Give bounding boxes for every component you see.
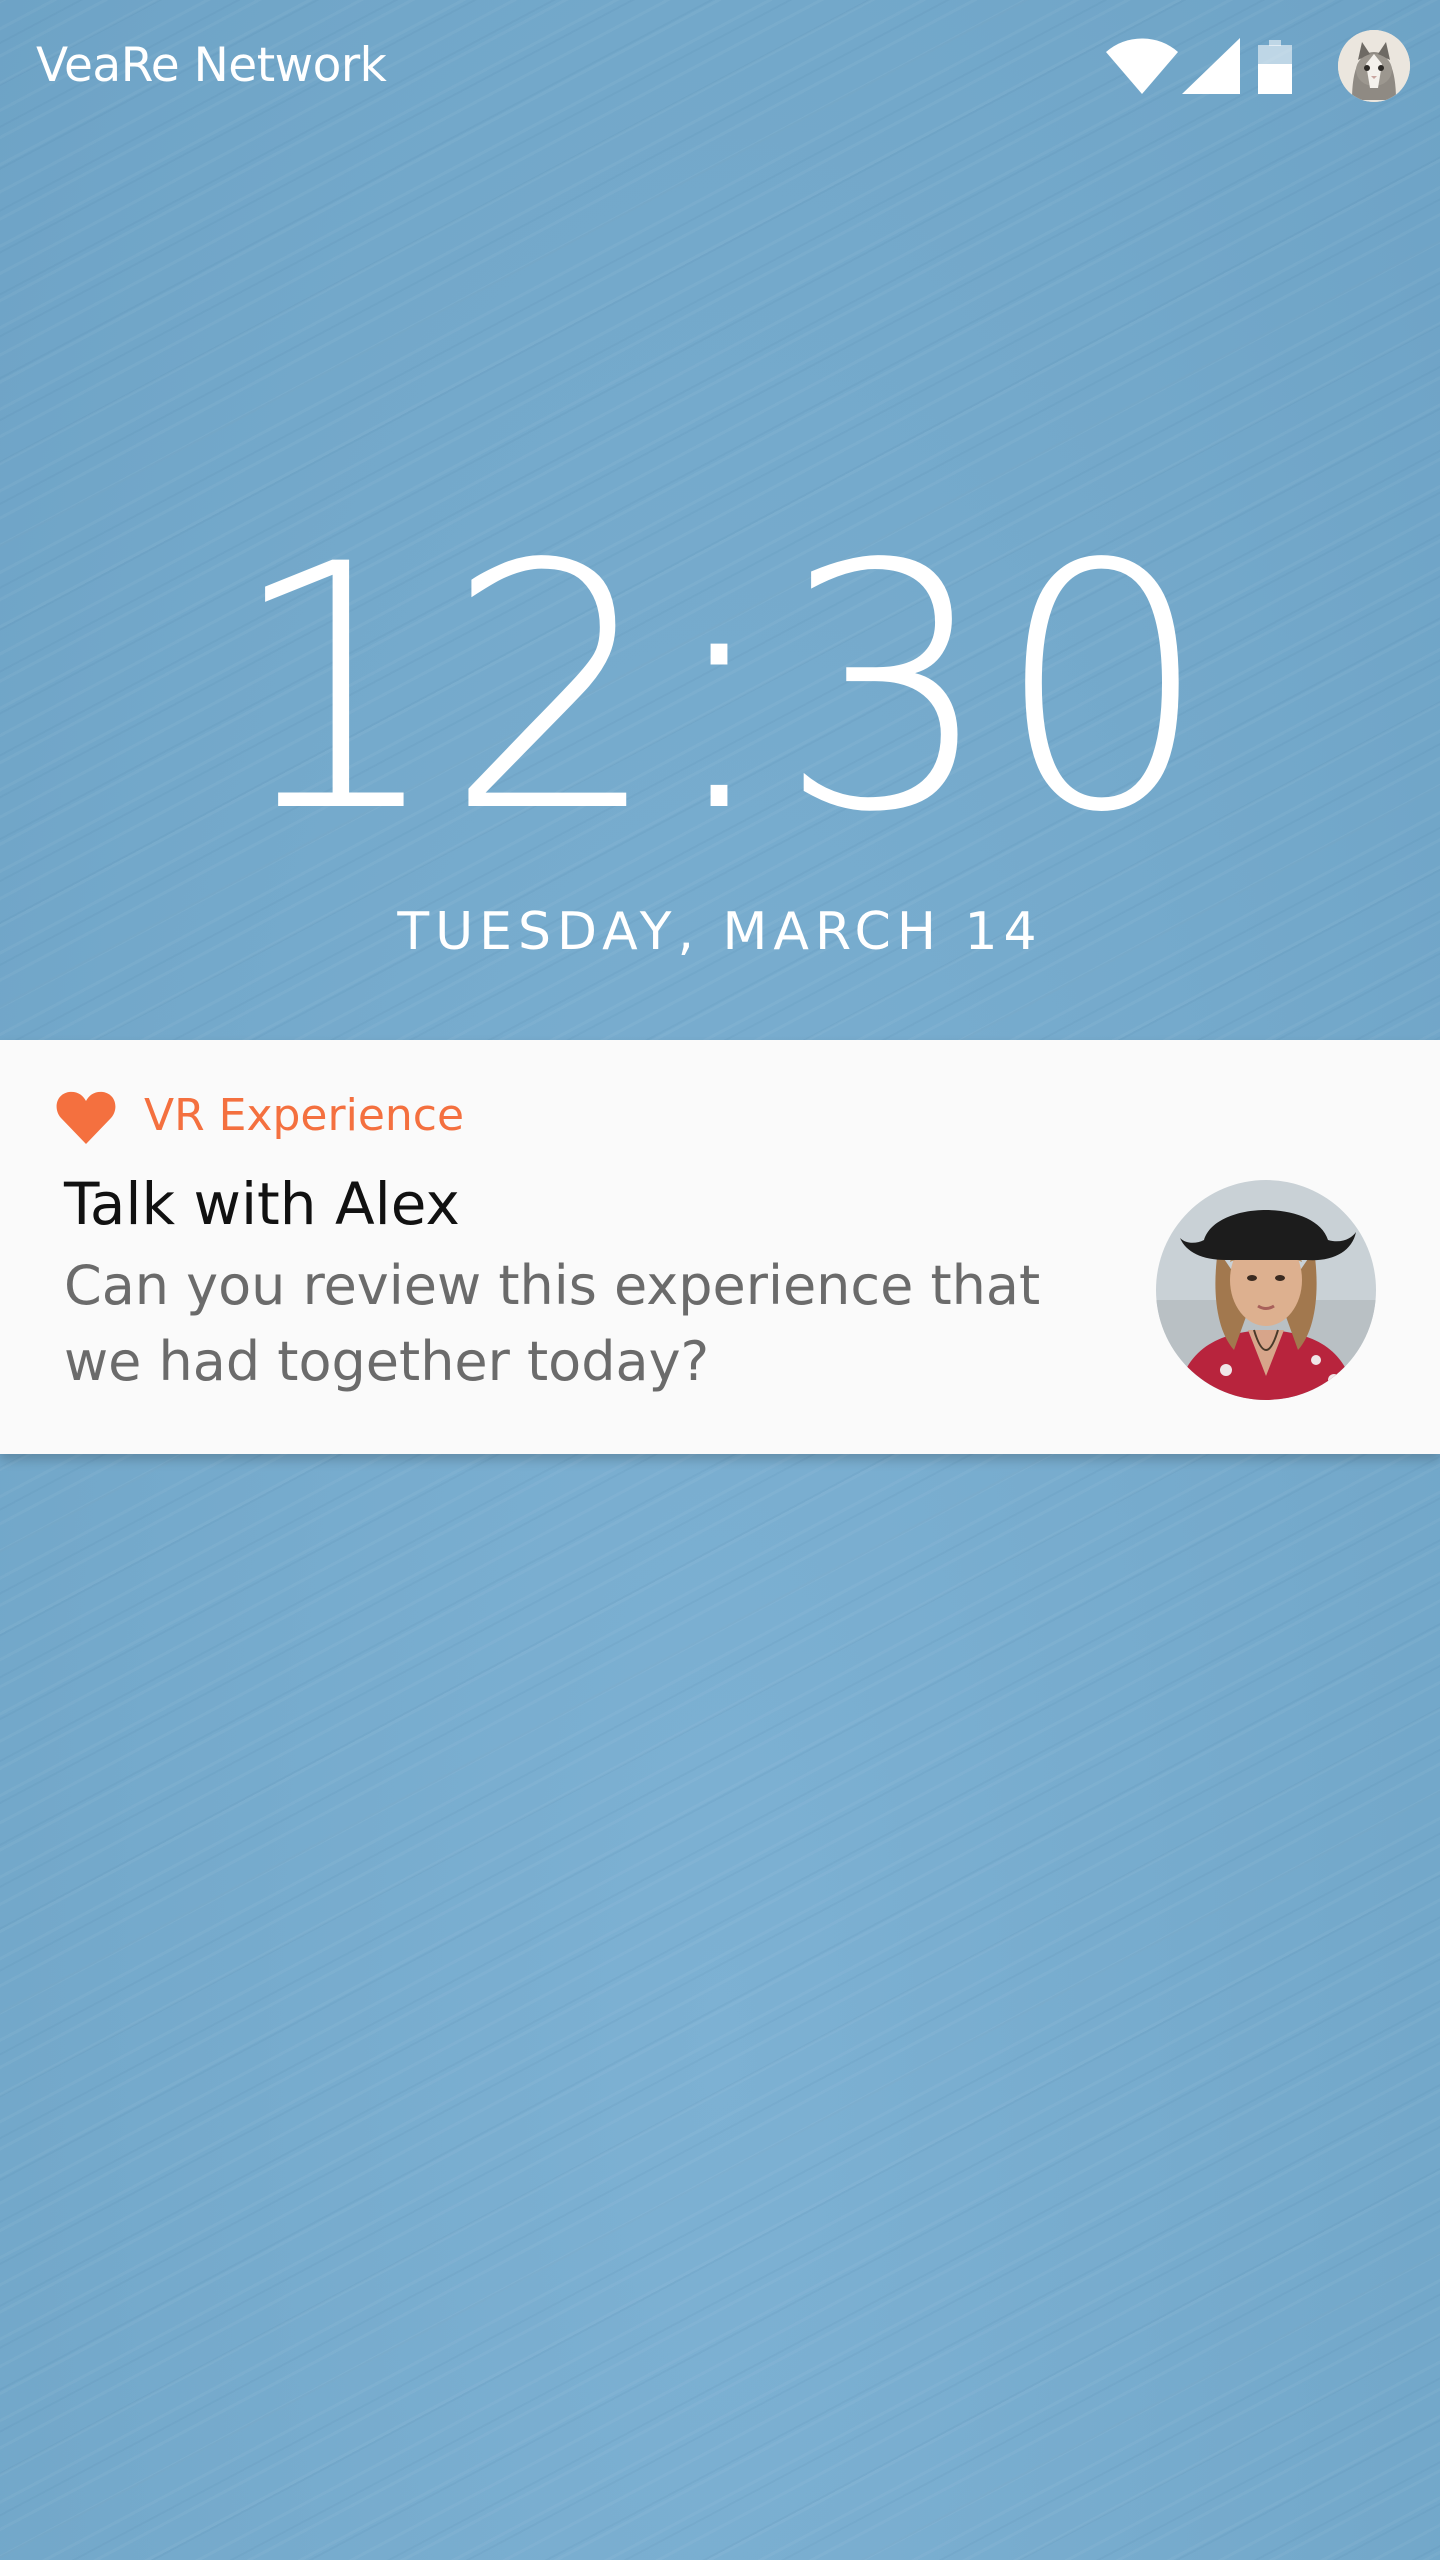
signal-icon xyxy=(1182,38,1240,94)
carrier-name: VeaRe Network xyxy=(36,38,387,93)
notification-title: Talk with Alex xyxy=(64,1170,460,1238)
notification-card[interactable]: VR Experience Talk with Alex Can you rev… xyxy=(0,1040,1440,1454)
woman-portrait-icon xyxy=(1156,1180,1376,1400)
status-bar: VeaRe Network xyxy=(0,0,1440,140)
cat-avatar-icon xyxy=(1338,30,1410,102)
lockscreen-date: TUESDAY, MARCH 14 xyxy=(397,902,1043,962)
notification-body: Can you review this experience that we h… xyxy=(64,1254,1041,1393)
contact-avatar xyxy=(1156,1180,1376,1400)
notification-app-name: VR Experience xyxy=(144,1090,465,1141)
wifi-icon xyxy=(1106,38,1178,94)
profile-avatar[interactable] xyxy=(1338,30,1410,102)
battery-icon xyxy=(1258,40,1292,94)
lockscreen-clock: 12:30 xyxy=(227,492,1213,886)
heart-icon xyxy=(56,1091,116,1144)
